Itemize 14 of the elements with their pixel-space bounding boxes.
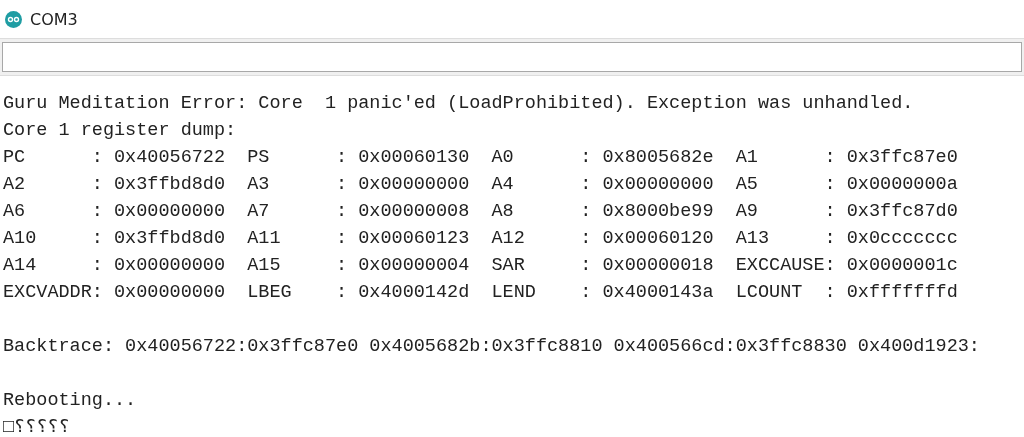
app-logo-icon — [5, 10, 22, 28]
console-line: Backtrace: 0x40056722:0x3ffc87e0 0x4005682b:0x3ffc8810 0x400566cd:0x3ffc8830 0x400d1923: — [3, 335, 981, 359]
console-line: A10 : 0x3ffbd8d0 A11 : 0x00060123 A12 : 0x00060120 A13 : 0x0ccccccc — [3, 227, 959, 251]
console-line: A14 : 0x00000000 A15 : 0x00000004 SAR : 0x00000018 EXCCAUSE: 0x0000001c — [3, 254, 959, 278]
window-title: COM3 — [30, 9, 78, 29]
console-line: EXCVADDR: 0x00000000 LBEG : 0x4000142d LEND : 0x4000143a LCOUNT : 0xfffffffd — [3, 281, 959, 305]
console-line: Rebooting... — [3, 389, 138, 413]
console-line: PC : 0x40056722 PS : 0x00060130 A0 : 0x8005682e A1 : 0x3ffc87e0 — [3, 146, 959, 170]
console-line: A6 : 0x00000000 A7 : 0x00000008 A8 : 0x8000be99 A9 : 0x3ffc87d0 — [3, 200, 959, 224]
console-line: Core 1 register dump: — [3, 119, 238, 143]
console-line: A2 : 0x3ffbd8d0 A3 : 0x00000000 A4 : 0x00000000 A5 : 0x0000000a — [3, 173, 959, 197]
console-line: □⸮⸮⸮⸮⸮ — [3, 416, 71, 437]
input-field[interactable] — [2, 42, 1022, 72]
console-line: Guru Meditation Error: Core 1 panic'ed (LoadProhibited). Exception was unhandled. — [3, 92, 915, 116]
